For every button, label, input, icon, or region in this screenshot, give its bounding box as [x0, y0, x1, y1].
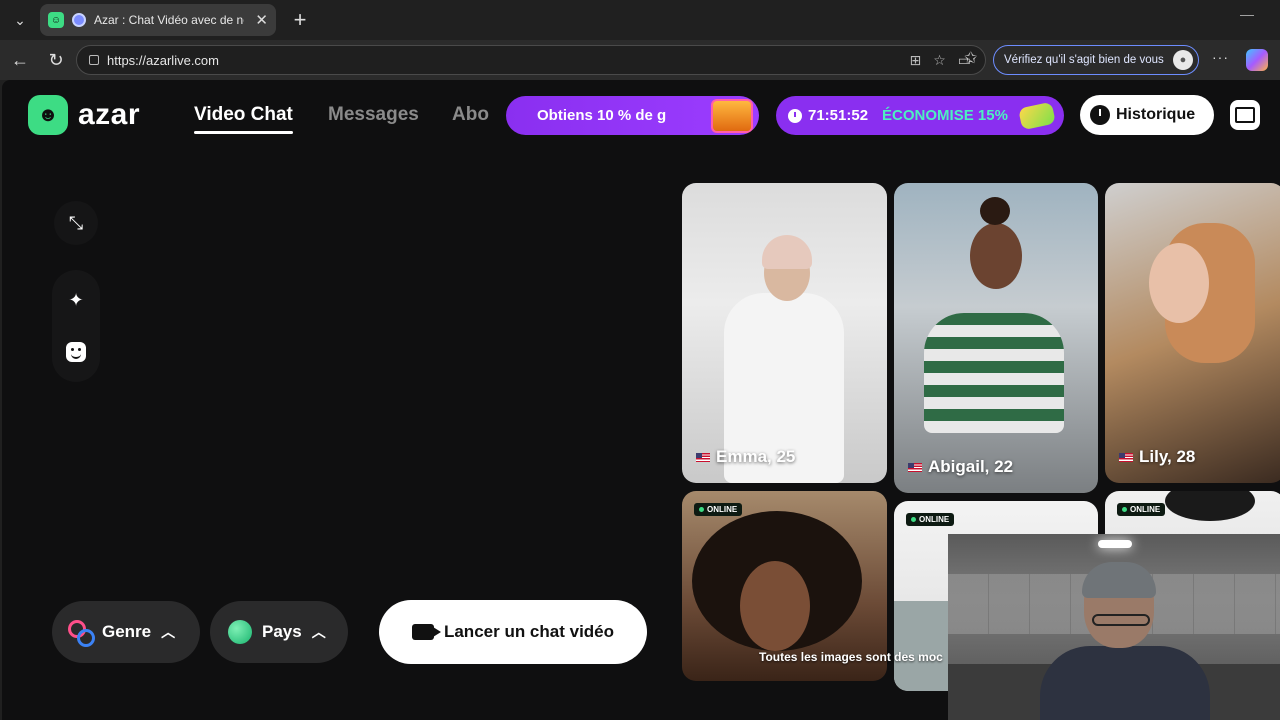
more-options-icon[interactable]: ···	[1212, 49, 1229, 65]
back-arrow-icon[interactable]: ←	[8, 48, 32, 72]
webcam-overlay	[948, 534, 1280, 720]
online-badge: ONLINE	[1117, 503, 1166, 516]
coins-icon	[1018, 101, 1056, 130]
copilot-icon[interactable]	[1246, 49, 1268, 71]
gender-filter-button[interactable]: Genre ︿	[52, 601, 200, 663]
profile-name: Abigail, 22	[908, 457, 1013, 477]
profile-name-text: Lily, 28	[1139, 447, 1196, 466]
profile-name-text: Emma, 25	[716, 447, 796, 466]
verify-identity-button[interactable]: Vérifiez qu'il s'agit bien de vous ●	[993, 45, 1199, 75]
magic-wand-icon[interactable]: ✦	[64, 288, 88, 312]
us-flag-icon	[908, 462, 922, 472]
start-video-chat-button[interactable]: Lancer un chat vidéo	[379, 600, 647, 664]
clock-icon	[788, 108, 802, 123]
chevron-up-icon: ︿	[161, 624, 176, 640]
beanie	[762, 235, 812, 269]
us-flag-icon	[1119, 452, 1133, 462]
globe-country-icon	[228, 620, 252, 644]
country-filter-label: Pays	[262, 622, 302, 641]
countdown-time: 71:51:52	[808, 107, 869, 124]
azar-logo[interactable]: ☻ azar	[28, 95, 140, 135]
sticker-icon[interactable]	[64, 340, 88, 364]
hair-bun	[980, 197, 1010, 225]
nav-video-chat[interactable]: Video Chat	[194, 104, 293, 134]
globe-icon	[72, 13, 86, 27]
azar-logo-mark-icon: ☻	[28, 95, 68, 135]
country-filter-button[interactable]: Pays ︿	[210, 601, 348, 663]
history-button[interactable]: Historique	[1080, 95, 1214, 135]
online-badge: ONLINE	[906, 513, 955, 526]
tab-title: Azar : Chat Vidéo avec de nouveaux amis	[94, 13, 244, 27]
close-tab-icon[interactable]: ✕	[255, 11, 268, 29]
profile-card-lily[interactable]: Lily, 28	[1105, 183, 1280, 483]
start-video-chat-label: Lancer un chat vidéo	[443, 622, 615, 641]
verify-label: Vérifiez qu'il s'agit bien de vous	[1004, 54, 1164, 66]
browser-tab-bar: ⌄ ☺ Azar : Chat Vidéo avec de nouveaux a…	[0, 0, 1280, 40]
profile-card-abigail[interactable]: Abigail, 22	[894, 183, 1098, 493]
profile-photo	[894, 601, 954, 691]
browser-tab-azar[interactable]: ☺ Azar : Chat Vidéo avec de nouveaux ami…	[40, 4, 276, 36]
chevron-up-icon: ︿	[311, 624, 326, 640]
images-disclaimer: Toutes les images sont des moc	[759, 650, 943, 664]
history-label: Historique	[1116, 106, 1196, 123]
tab-list-chevron-icon[interactable]: ⌄	[6, 6, 34, 34]
profile-avatar-icon: ●	[1173, 50, 1193, 70]
store-icon[interactable]	[1230, 100, 1260, 130]
treasure-chest-icon	[711, 99, 753, 133]
us-flag-icon	[696, 452, 710, 462]
profile-photo-face	[740, 561, 810, 651]
azar-logo-text: azar	[78, 98, 141, 131]
profile-photo-hair	[1165, 491, 1255, 521]
online-badge: ONLINE	[694, 503, 743, 516]
lock-icon	[89, 55, 99, 65]
url-text: https://azarlive.com	[107, 52, 219, 68]
new-tab-icon[interactable]: +	[286, 6, 314, 34]
app-grid-icon[interactable]: ⊞	[909, 52, 921, 69]
azar-favicon-icon: ☺	[48, 12, 64, 28]
minimize-icon[interactable]: —	[1240, 6, 1254, 22]
star-icon[interactable]: ☆	[933, 52, 946, 69]
gender-filter-label: Genre	[102, 622, 152, 641]
discount-timer-banner[interactable]: 71:51:52 ÉCONOMISE 15%	[776, 96, 1064, 135]
history-clock-icon	[1090, 105, 1110, 125]
profile-card-emma[interactable]: Emma, 25	[682, 183, 887, 483]
profile-name: Emma, 25	[696, 447, 795, 467]
refresh-icon[interactable]: ↻	[44, 48, 68, 72]
profile-photo	[924, 313, 1064, 433]
url-input[interactable]: https://azarlive.com ⊞ ☆ ▭	[76, 45, 986, 75]
promo-text: Obtiens 10 % de g	[537, 107, 667, 124]
promo-banner[interactable]: Obtiens 10 % de g	[506, 96, 759, 135]
minimize-view-icon[interactable]: ⤡	[54, 201, 98, 245]
nav-about[interactable]: Abo	[452, 104, 489, 126]
profile-name-text: Abigail, 22	[928, 457, 1014, 476]
favorites-icon[interactable]: ✩	[964, 48, 977, 68]
gender-icon	[68, 620, 95, 647]
profile-name: Lily, 28	[1119, 447, 1195, 467]
profile-photo-face	[970, 223, 1022, 289]
discount-label: ÉCONOMISE 15%	[882, 107, 1008, 124]
nav-messages[interactable]: Messages	[328, 104, 419, 126]
video-camera-icon	[411, 624, 441, 640]
profile-photo-face	[1149, 243, 1209, 323]
effects-toolbar: ✦	[52, 270, 100, 382]
